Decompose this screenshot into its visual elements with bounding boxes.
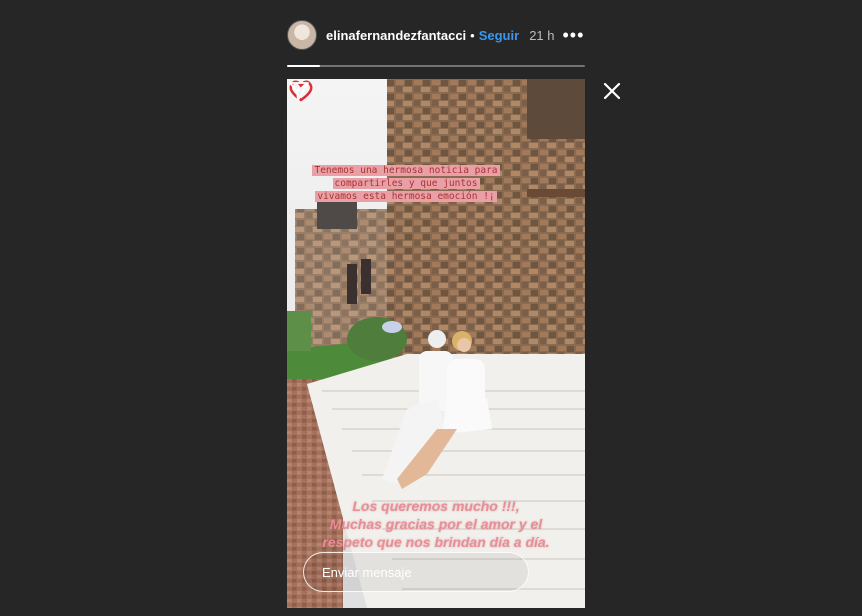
story-progress-bar [287, 65, 585, 67]
separator-dot: • [470, 27, 475, 43]
caption-line: vivamos esta hermosa emoción !¡ [315, 191, 497, 202]
story-media[interactable]: Tenemos una hermosa noticia para compart… [287, 79, 585, 608]
close-icon[interactable] [601, 80, 623, 102]
follow-button[interactable]: Seguir [479, 28, 519, 43]
caption-line: Los queremos mucho !!!, [352, 498, 520, 514]
story-caption-bottom: Los queremos mucho !!!, Muchas gracias p… [301, 497, 571, 551]
caption-line: Tenemos una hermosa noticia para [312, 165, 500, 176]
message-placeholder: Enviar mensaje [322, 564, 412, 580]
story-caption-top: Tenemos una hermosa noticia para compart… [301, 164, 511, 203]
caption-line: compartirles y que juntos [332, 178, 480, 189]
message-input[interactable]: Enviar mensaje [303, 552, 529, 592]
story-progress-fill [287, 65, 320, 67]
send-icon[interactable] [287, 79, 311, 103]
avatar[interactable] [287, 20, 317, 50]
story-header: elinafernandezfantacci • Seguir 21 h ••• [287, 16, 585, 54]
caption-line: respeto que nos brindan día a día. [322, 534, 550, 550]
post-time: 21 h [529, 27, 555, 43]
caption-line: Muchas gracias por el amor y el [329, 516, 543, 532]
more-options-icon[interactable]: ••• [563, 26, 585, 44]
username-link[interactable]: elinafernandezfantacci [326, 28, 466, 43]
